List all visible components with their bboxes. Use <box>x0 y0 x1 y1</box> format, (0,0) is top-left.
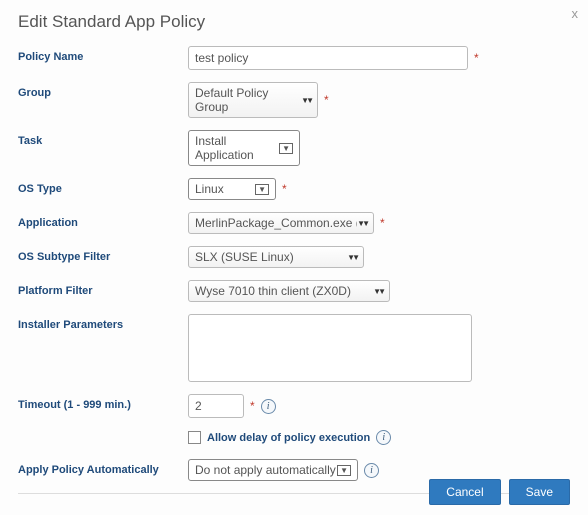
task-value: Install Application <box>195 134 279 162</box>
info-icon[interactable]: i <box>376 430 391 445</box>
platform-select[interactable]: Wyse 7010 thin client (ZX0D) ▼▼ <box>188 280 390 302</box>
info-icon[interactable]: i <box>364 463 379 478</box>
task-select[interactable]: Install Application ▼ <box>188 130 300 166</box>
label-task: Task <box>18 130 188 147</box>
policy-name-input[interactable] <box>188 46 468 70</box>
label-installer: Installer Parameters <box>18 314 188 331</box>
save-button[interactable]: Save <box>509 479 570 505</box>
required-asterisk: * <box>324 93 329 107</box>
label-os-type: OS Type <box>18 178 188 195</box>
label-platform: Platform Filter <box>18 280 188 297</box>
label-timeout: Timeout (1 - 999 min.) <box>18 394 188 411</box>
close-icon[interactable]: x <box>572 6 579 21</box>
label-os-subtype: OS Subtype Filter <box>18 246 188 263</box>
os-type-value: Linux <box>195 182 224 196</box>
dialog-title: Edit Standard App Policy <box>18 12 570 32</box>
required-asterisk: * <box>474 51 479 65</box>
application-select[interactable]: MerlinPackage_Common.exe (Loc ▼▼ <box>188 212 374 234</box>
installer-parameters-input[interactable] <box>188 314 472 382</box>
chevron-down-icon: ▼ <box>255 184 269 195</box>
required-asterisk: * <box>250 399 255 413</box>
chevron-down-icon: ▼▼ <box>357 219 367 228</box>
label-apply-policy: Apply Policy Automatically <box>18 459 188 476</box>
required-asterisk: * <box>380 216 385 230</box>
label-application: Application <box>18 212 188 229</box>
chevron-down-icon: ▼ <box>337 465 351 476</box>
group-select[interactable]: Default Policy Group ▼▼ <box>188 82 318 118</box>
label-allow-delay: Allow delay of policy execution <box>207 432 370 444</box>
chevron-down-icon: ▼▼ <box>301 96 311 105</box>
chevron-down-icon: ▼ <box>279 143 293 154</box>
application-value: MerlinPackage_Common.exe (Loc <box>195 216 357 230</box>
os-subtype-value: SLX (SUSE Linux) <box>195 250 294 264</box>
cancel-button[interactable]: Cancel <box>429 479 500 505</box>
platform-value: Wyse 7010 thin client (ZX0D) <box>195 284 351 298</box>
group-value: Default Policy Group <box>195 86 301 114</box>
apply-policy-select[interactable]: Do not apply automatically ▼ <box>188 459 358 481</box>
timeout-input[interactable] <box>188 394 244 418</box>
os-type-select[interactable]: Linux ▼ <box>188 178 276 200</box>
chevron-down-icon: ▼▼ <box>373 287 383 296</box>
info-icon[interactable]: i <box>261 399 276 414</box>
required-asterisk: * <box>282 182 287 196</box>
apply-policy-value: Do not apply automatically <box>195 463 336 477</box>
label-policy-name: Policy Name <box>18 46 188 63</box>
os-subtype-select[interactable]: SLX (SUSE Linux) ▼▼ <box>188 246 364 268</box>
chevron-down-icon: ▼▼ <box>347 253 357 262</box>
allow-delay-checkbox[interactable] <box>188 431 201 444</box>
label-group: Group <box>18 82 188 99</box>
